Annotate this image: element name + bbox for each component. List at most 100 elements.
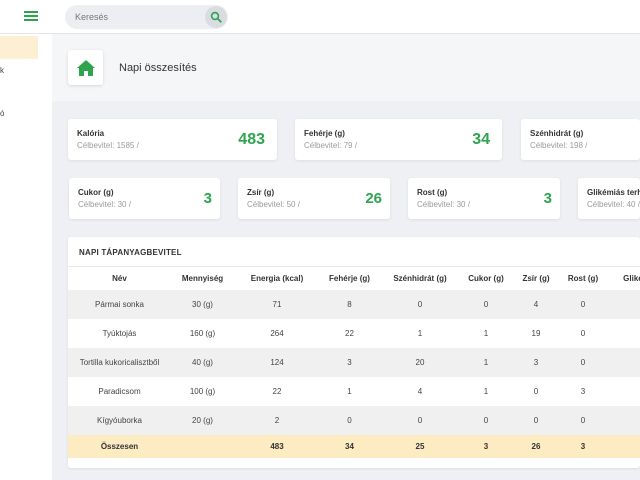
stat-card-fat: Zsír (g) Célbevitel: 50 / 26 [238, 178, 390, 219]
table-cell: 3 [320, 348, 379, 377]
sidebar: k ó [0, 34, 52, 480]
table-cell: 0 [561, 406, 605, 435]
stat-goal: Célbevitel: 40 / [587, 200, 640, 209]
table-cell [605, 290, 640, 319]
table-row[interactable]: Tortilla kukoricalisztből 40 (g) 124 3 2… [68, 348, 640, 377]
table-cell: 40 (g) [171, 348, 234, 377]
stat-goal: Célbevitel: 79 / [304, 141, 357, 150]
table-row[interactable]: Paradicsom 100 (g) 22 1 4 1 0 3 [68, 377, 640, 406]
table-cell: 483 [234, 435, 320, 458]
stat-value: 3 [543, 190, 552, 207]
table-cell: 4 [511, 290, 561, 319]
search-input[interactable] [75, 9, 200, 25]
table-row[interactable]: Kígyóuborka 20 (g) 2 0 0 0 0 0 [68, 406, 640, 435]
table-cell: 100 (g) [189, 387, 216, 396]
column-header[interactable]: Glikém [605, 267, 640, 290]
table-cell: 0 [461, 290, 511, 319]
column-header[interactable]: Zsír (g) [511, 267, 561, 290]
table-cell: 0 [580, 329, 586, 338]
stat-label: Kalória [77, 129, 105, 138]
table-total-row: Összesen 483 34 25 3 26 3 [68, 435, 640, 458]
stat-goal: Célbevitel: 1585 / [77, 141, 139, 150]
column-header[interactable]: Fehérje (g) [320, 267, 379, 290]
stat-label: Cukor (g) [78, 188, 114, 197]
table-cell: 0 [511, 406, 561, 435]
table-cell: 264 [270, 329, 284, 338]
stat-label: Zsír (g) [247, 188, 275, 197]
table-cell: 19 [531, 329, 541, 338]
home-button[interactable] [68, 50, 103, 85]
stat-card-calories: Kalória Célbevitel: 1585 / 483 [68, 119, 277, 160]
table-cell: 0 [461, 406, 511, 435]
search-button[interactable] [205, 6, 227, 28]
table-cell: 34 [320, 435, 379, 458]
table-cell [605, 319, 640, 348]
table-cell: 0 [533, 387, 539, 396]
table-cell: 0 [561, 348, 605, 377]
stat-value: 34 [472, 131, 490, 148]
table-cell [605, 377, 640, 406]
table-cell: 0 [379, 290, 461, 319]
table-cell: 71 [234, 290, 320, 319]
table-cell: 1 [461, 348, 511, 377]
table-cell: 20 [379, 348, 461, 377]
stat-card-fiber: Rost (g) Célbevitel: 30 / 3 [408, 178, 560, 219]
stat-value: 483 [238, 131, 265, 148]
stat-card-carbs: Szénhidrát (g) Célbevitel: 198 / [521, 119, 640, 160]
column-header[interactable]: Rost (g) [561, 267, 605, 290]
nutrition-table: Név Mennyiség Energia (kcal) Fehérje (g)… [68, 267, 640, 458]
table-cell: 2 [234, 406, 320, 435]
table-cell: 3 [561, 435, 605, 458]
column-header[interactable]: Szénhidrát (g) [379, 267, 461, 290]
table-cell: Összesen [68, 435, 171, 458]
column-header[interactable]: Név [68, 267, 171, 290]
sidebar-item-label[interactable]: ó [0, 109, 4, 118]
home-icon [76, 59, 95, 76]
table-cell: Tortilla kukoricalisztből [68, 348, 171, 377]
table-cell: 124 [234, 348, 320, 377]
menu-icon[interactable] [24, 11, 38, 21]
table-cell: 0 [561, 290, 605, 319]
sidebar-item-label[interactable]: k [0, 66, 4, 75]
column-header[interactable]: Cukor (g) [461, 267, 511, 290]
table-cell [605, 435, 640, 458]
table-cell: 22 [345, 329, 354, 338]
table-cell: Kígyóuborka [68, 406, 171, 435]
search-box [65, 5, 228, 29]
search-icon [210, 11, 222, 23]
column-header[interactable]: Mennyiség [171, 267, 234, 290]
top-bar [0, 0, 640, 34]
sidebar-item-active[interactable] [0, 36, 38, 59]
stat-value: 26 [365, 190, 382, 207]
table-cell: 0 [320, 406, 379, 435]
stat-label: Rost (g) [417, 188, 448, 197]
table-row[interactable]: Pármai sonka 30 (g) 71 8 0 0 4 0 [68, 290, 640, 319]
table-header-row: Név Mennyiség Energia (kcal) Fehérje (g)… [68, 267, 640, 290]
nutrition-table-card: NAPI TÁPANYAGBEVITEL Név Mennyiség Energ… [68, 237, 640, 468]
stat-label: Szénhidrát (g) [530, 129, 584, 138]
table-cell: Paradicsom [98, 387, 141, 396]
table-cell: 1 [483, 387, 489, 396]
stat-card-protein: Fehérje (g) Célbevitel: 79 / 34 [295, 119, 502, 160]
table-cell: 20 (g) [171, 406, 234, 435]
table-cell: 22 [272, 387, 282, 396]
table-cell: 1 [347, 387, 352, 396]
table-cell: 3 [580, 387, 586, 396]
table-cell: Tyúktojás [102, 329, 137, 338]
table-cell: 3 [461, 435, 511, 458]
stat-goal: Célbevitel: 30 / [78, 200, 131, 209]
stat-goal: Célbevitel: 198 / [530, 141, 588, 150]
table-row[interactable]: Tyúktojás 160 (g) 264 22 1 1 19 0 [68, 319, 640, 348]
table-cell: 0 [379, 406, 461, 435]
table-cell: 1 [417, 329, 423, 338]
table-cell: 4 [417, 387, 423, 396]
table-title: NAPI TÁPANYAGBEVITEL [79, 248, 182, 257]
table-cell [171, 435, 234, 458]
stat-label: Fehérje (g) [304, 129, 345, 138]
table-cell [605, 348, 640, 377]
table-cell: 8 [320, 290, 379, 319]
stat-value: 3 [203, 190, 212, 207]
column-header[interactable]: Energia (kcal) [234, 267, 320, 290]
stat-card-glycemic-load: Glikémiás terh Célbevitel: 40 / [578, 178, 640, 219]
page-title: Napi összesítés [119, 62, 197, 74]
